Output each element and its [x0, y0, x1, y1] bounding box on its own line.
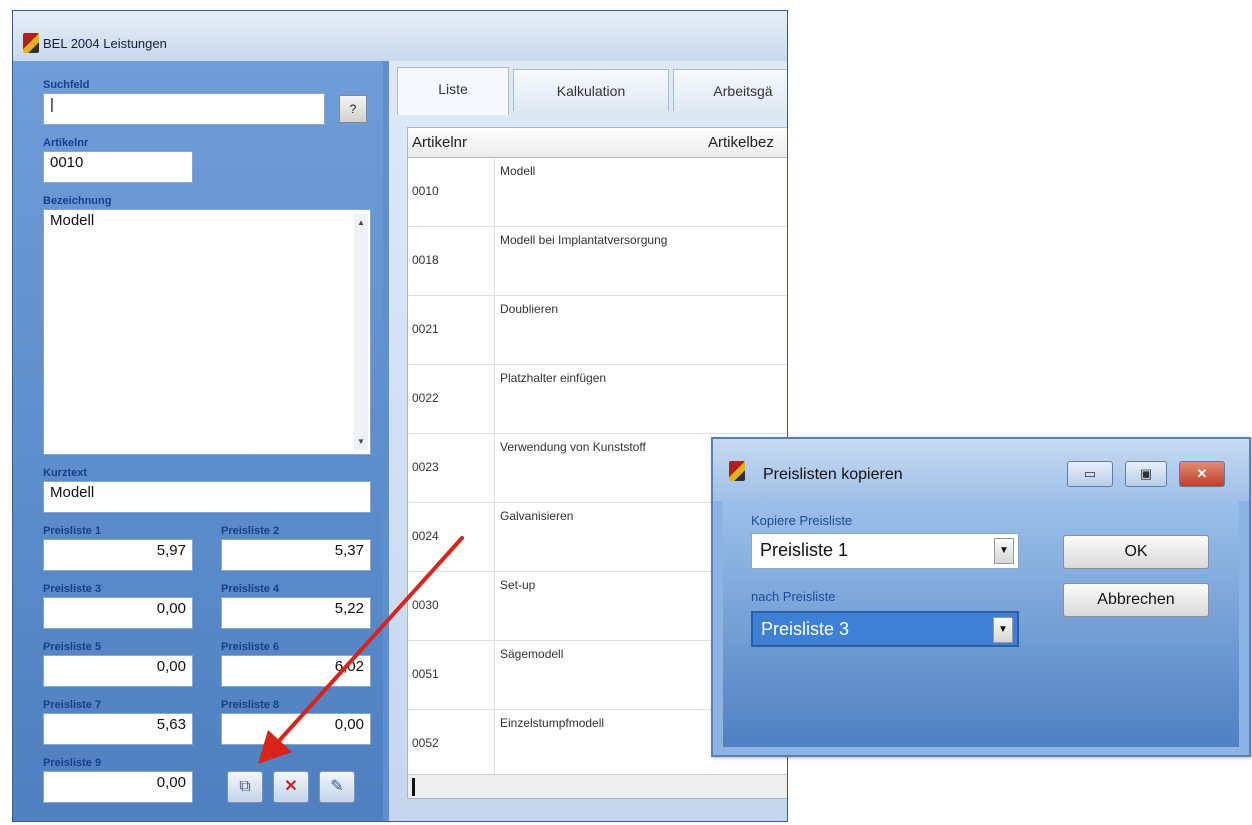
chevron-down-icon[interactable]: ▼	[993, 617, 1013, 643]
row-desc: Galvanisieren	[500, 509, 574, 523]
scrollbar-thumb[interactable]	[412, 778, 415, 796]
row-nr: 0022	[412, 391, 439, 405]
tab-liste[interactable]: Liste	[397, 67, 509, 115]
to-pricelist-value: Preisliste 3	[761, 619, 850, 639]
suchfeld-label: Suchfeld	[43, 79, 90, 91]
preisliste-6-label: Preisliste 6	[221, 641, 280, 653]
preisliste-7-label: Preisliste 7	[43, 699, 102, 711]
preisliste-8-label: Preisliste 8	[221, 699, 280, 711]
row-desc: Verwendung von Kunststoff	[500, 440, 646, 454]
left-panel: Suchfeld | ? Artikelnr 0010 Bezeichnung …	[13, 61, 383, 821]
kurztext-input[interactable]: Modell	[43, 481, 371, 513]
row-nr: 0051	[412, 667, 439, 681]
bezeichnung-label: Bezeichnung	[43, 195, 112, 207]
dialog-title-bar: Preislisten kopieren ▭ ▣ ✕	[713, 439, 1249, 501]
row-nr: 0023	[412, 460, 439, 474]
to-pricelist-select[interactable]: Preisliste 3 ▼	[751, 611, 1019, 647]
chevron-down-icon[interactable]: ▼	[994, 538, 1014, 564]
delete-icon: ✕	[284, 778, 298, 795]
maximize-icon: ▣	[1139, 466, 1153, 481]
copy-icon: ⧉	[239, 778, 251, 795]
to-pricelist-label: nach Preisliste	[751, 589, 836, 604]
tab-arbeitsgaenge[interactable]: Arbeitsgä	[673, 69, 787, 111]
table-row[interactable]: 0018 Modell bei Implantatversorgung	[408, 227, 787, 296]
bezeichnung-scrollbar[interactable]: ▲ ▼	[354, 214, 368, 450]
preisliste-5-input[interactable]: 0,00	[43, 655, 193, 687]
preislisten-kopieren-dialog: Preislisten kopieren ▭ ▣ ✕ Kopiere Preis…	[711, 437, 1251, 757]
minimize-icon: ▭	[1083, 466, 1097, 481]
row-desc: Set-up	[500, 578, 536, 592]
main-window-title: BEL 2004 Leistungen	[43, 36, 167, 51]
bezeichnung-text: Modell	[50, 212, 95, 229]
preisliste-2-label: Preisliste 2	[221, 525, 280, 537]
tab-kalkulation[interactable]: Kalkulation	[513, 69, 669, 111]
row-nr: 0030	[412, 598, 439, 612]
scroll-up-icon[interactable]: ▲	[357, 218, 365, 227]
preisliste-4-label: Preisliste 4	[221, 583, 280, 595]
from-pricelist-label: Kopiere Preisliste	[751, 513, 853, 528]
preisliste-9-input[interactable]: 0,00	[43, 771, 193, 803]
ok-label: OK	[1124, 543, 1148, 560]
scroll-down-icon[interactable]: ▼	[357, 437, 365, 446]
row-nr: 0018	[412, 253, 439, 267]
preisliste-1-label: Preisliste 1	[43, 525, 102, 537]
dialog-title: Preislisten kopieren	[763, 466, 903, 483]
row-nr: 0052	[412, 736, 439, 750]
cancel-label: Abbrechen	[1097, 591, 1175, 608]
grid-header: Artikelnr Artikelbez	[408, 128, 787, 158]
main-window: BEL 2004 Leistungen Suchfeld | ? Artikel…	[12, 10, 788, 822]
row-desc: Platzhalter einfügen	[500, 371, 607, 385]
edit-icon: ✎	[330, 778, 344, 795]
dialog-body: Kopiere Preisliste Preisliste 1 ▼ nach P…	[723, 501, 1239, 747]
cancel-button[interactable]: Abbrechen	[1063, 583, 1209, 617]
preisliste-9-label: Preisliste 9	[43, 757, 102, 769]
horizontal-scrollbar[interactable]	[408, 774, 787, 798]
row-desc: Sägemodell	[500, 647, 564, 661]
maximize-button[interactable]: ▣	[1125, 461, 1167, 487]
from-pricelist-value: Preisliste 1	[760, 540, 849, 560]
table-row[interactable]: 0022 Platzhalter einfügen	[408, 365, 787, 434]
from-pricelist-select[interactable]: Preisliste 1 ▼	[751, 533, 1019, 569]
row-nr: 0010	[412, 184, 439, 198]
help-button[interactable]: ?	[339, 95, 367, 123]
ok-button[interactable]: OK	[1063, 535, 1209, 569]
column-header-artikelnr[interactable]: Artikelnr	[412, 134, 467, 151]
column-header-artikelbez[interactable]: Artikelbez	[708, 134, 774, 151]
preisliste-8-input[interactable]: 0,00	[221, 713, 371, 745]
row-desc: Modell	[500, 164, 536, 178]
table-row[interactable]: 0010 Modell	[408, 158, 787, 227]
row-desc: Einzelstumpfmodell	[500, 716, 605, 730]
preisliste-3-input[interactable]: 0,00	[43, 597, 193, 629]
preisliste-1-input[interactable]: 5,97	[43, 539, 193, 571]
delete-button[interactable]: ✕	[273, 771, 309, 803]
preisliste-2-input[interactable]: 5,37	[221, 539, 371, 571]
copy-pricelist-button[interactable]: ⧉	[227, 771, 263, 803]
preisliste-5-label: Preisliste 5	[43, 641, 102, 653]
app-icon	[23, 33, 39, 53]
close-button[interactable]: ✕	[1179, 461, 1225, 487]
row-desc: Modell bei Implantatversorgung	[500, 233, 668, 247]
row-nr: 0021	[412, 322, 439, 336]
artikelnr-label: Artikelnr	[43, 137, 89, 149]
kurztext-label: Kurztext	[43, 467, 88, 479]
edit-button[interactable]: ✎	[319, 771, 355, 803]
suchfeld-input[interactable]: |	[43, 93, 325, 125]
table-row[interactable]: 0021 Doublieren	[408, 296, 787, 365]
dialog-app-icon	[729, 461, 745, 481]
artikelnr-input[interactable]: 0010	[43, 151, 193, 183]
bezeichnung-textarea[interactable]: Modell ▲ ▼	[43, 209, 371, 455]
main-title-bar: BEL 2004 Leistungen	[13, 11, 787, 61]
preisliste-7-input[interactable]: 5,63	[43, 713, 193, 745]
preisliste-4-input[interactable]: 5,22	[221, 597, 371, 629]
preisliste-6-input[interactable]: 6,02	[221, 655, 371, 687]
preisliste-3-label: Preisliste 3	[43, 583, 102, 595]
row-nr: 0024	[412, 529, 439, 543]
minimize-button[interactable]: ▭	[1067, 461, 1113, 487]
row-desc: Doublieren	[500, 302, 559, 316]
close-icon: ✕	[1196, 466, 1208, 481]
